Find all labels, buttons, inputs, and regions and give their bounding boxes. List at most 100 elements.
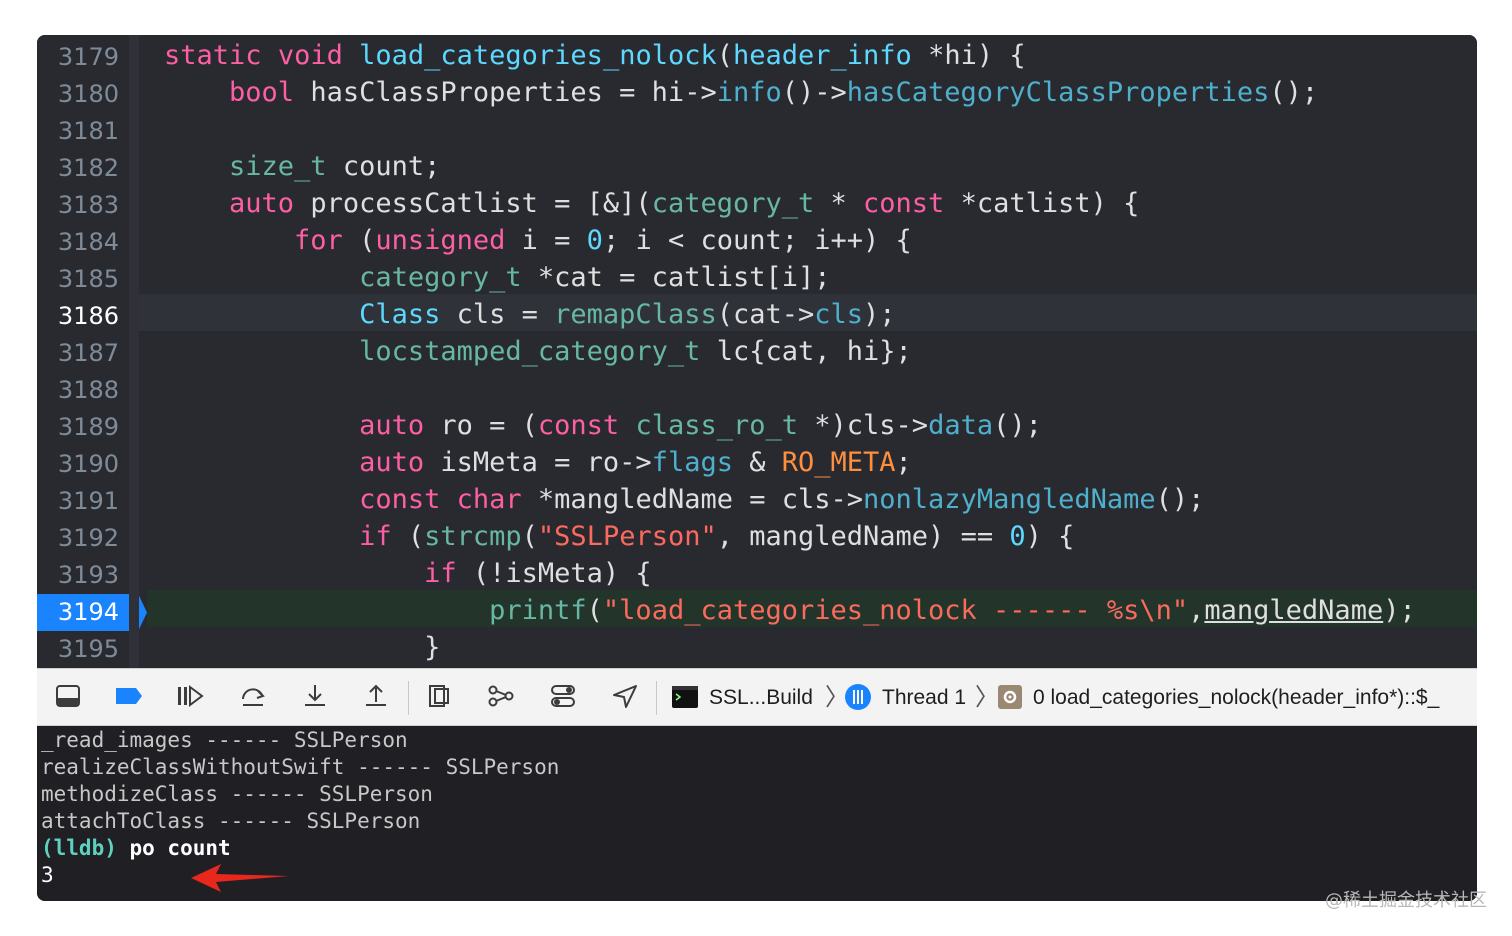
lldb-prompt: (lldb) bbox=[41, 836, 117, 860]
hide-debug-area-icon[interactable] bbox=[53, 683, 83, 713]
token: remapClass bbox=[554, 299, 717, 330]
code-line-3192[interactable]: if (strcmp("SSLPerson", mangledName) == … bbox=[164, 518, 1074, 555]
token: "load_categories_nolock ------ %s\n" bbox=[602, 595, 1189, 626]
code-line-3179[interactable]: static void load_categories_nolock(heade… bbox=[164, 37, 1026, 74]
token: const bbox=[359, 484, 441, 515]
token: hasClassProperties = hi-> bbox=[294, 77, 717, 108]
line-number-current: 3186 bbox=[57, 302, 119, 330]
token: ; i < count; i++) { bbox=[602, 225, 912, 256]
token: data bbox=[928, 410, 994, 441]
step-out-icon[interactable] bbox=[361, 683, 391, 713]
token: (); bbox=[1269, 77, 1319, 108]
token: unsigned bbox=[375, 225, 506, 256]
code-line-3193[interactable]: if (!isMeta) { bbox=[164, 555, 652, 592]
continue-icon[interactable] bbox=[175, 683, 205, 713]
token: if bbox=[359, 521, 392, 552]
step-over-icon[interactable] bbox=[238, 683, 268, 713]
token: static bbox=[164, 40, 262, 71]
simulate-location-icon[interactable] bbox=[610, 683, 640, 713]
token: ; bbox=[895, 447, 912, 478]
token: ( bbox=[521, 521, 538, 552]
token: , mangledName) == bbox=[716, 521, 1010, 552]
watermark: @稀土掘金技术社区 bbox=[1325, 890, 1487, 911]
line-number: 3188 bbox=[57, 376, 119, 404]
debug-console[interactable]: _read_images ------ SSLPerson realizeCla… bbox=[37, 726, 1477, 901]
terminal-icon bbox=[672, 686, 698, 708]
token: Class bbox=[359, 299, 441, 330]
step-into-icon[interactable] bbox=[300, 683, 330, 713]
token: processCatlist = [&]( bbox=[294, 188, 652, 219]
token: *hi) { bbox=[911, 40, 1026, 71]
breakpoints-toggle-icon[interactable] bbox=[114, 683, 144, 713]
console-output-line: methodizeClass ------ SSLPerson bbox=[41, 782, 433, 806]
token: ( bbox=[391, 521, 425, 552]
line-number: 3190 bbox=[57, 450, 119, 478]
token: category_t bbox=[359, 262, 522, 293]
token: ( bbox=[342, 225, 376, 256]
token: category_t bbox=[651, 188, 815, 219]
code-line-3186[interactable]: Class cls = remapClass(cat->cls); bbox=[164, 296, 896, 333]
token: count; bbox=[326, 151, 441, 182]
console-output-line: _read_images ------ SSLPerson bbox=[41, 728, 408, 752]
token: 0 bbox=[1009, 521, 1026, 552]
code-line-3182[interactable]: size_t count; bbox=[164, 148, 440, 185]
line-number: 3185 bbox=[57, 265, 119, 293]
code-line-3189[interactable]: auto ro = (const class_ro_t *)cls->data(… bbox=[164, 407, 1042, 444]
breadcrumb-target[interactable]: SSL...Build bbox=[709, 669, 813, 727]
code-line-3184[interactable]: for (unsigned i = 0; i < count; i++) { bbox=[164, 222, 912, 259]
code-line-3195[interactable]: } bbox=[164, 629, 440, 666]
token: & bbox=[732, 447, 782, 478]
code-folding-ribbon[interactable] bbox=[129, 35, 139, 668]
token: (); bbox=[993, 410, 1042, 441]
line-number: 3192 bbox=[57, 524, 119, 552]
token: ( bbox=[586, 595, 603, 626]
memory-graph-icon[interactable] bbox=[486, 683, 516, 713]
token: hasCategoryClassProperties bbox=[846, 77, 1270, 108]
token: cls bbox=[814, 299, 864, 330]
token: ); bbox=[863, 299, 896, 330]
stack-frame-icon bbox=[998, 685, 1022, 709]
code-line-3180[interactable]: bool hasClassProperties = hi->info()->ha… bbox=[164, 74, 1318, 111]
environment-overrides-icon[interactable] bbox=[548, 683, 578, 713]
code-line-3183[interactable]: auto processCatlist = [&](category_t * c… bbox=[164, 185, 1139, 222]
token: lc{cat, hi}; bbox=[700, 336, 912, 367]
token: char bbox=[456, 484, 522, 515]
breadcrumb-frame[interactable]: 0 load_categories_nolock(header_info*)::… bbox=[1033, 669, 1439, 727]
code-line-3191[interactable]: const char *mangledName = cls->nonlazyMa… bbox=[164, 481, 1204, 518]
code-line-3185[interactable]: category_t *cat = catlist[i]; bbox=[164, 259, 830, 296]
red-arrow-annotation-icon bbox=[191, 864, 289, 892]
breadcrumb-thread[interactable]: Thread 1 bbox=[882, 669, 966, 727]
token: const bbox=[537, 410, 620, 441]
console-command-line[interactable]: (lldb) po count bbox=[41, 835, 231, 862]
token: class_ro_t bbox=[635, 410, 799, 441]
line-number: 3189 bbox=[57, 413, 119, 441]
token: RO_META bbox=[781, 447, 896, 478]
token: *catlist) { bbox=[944, 188, 1140, 219]
token: flags bbox=[651, 447, 733, 478]
source-editor[interactable]: 3179 3180 3181 3182 3183 3184 3185 3186 … bbox=[37, 35, 1477, 668]
token: if bbox=[424, 558, 457, 589]
line-number: 3179 bbox=[57, 43, 119, 71]
lldb-command: po count bbox=[116, 836, 231, 860]
line-number-gutter[interactable]: 3179 3180 3181 3182 3183 3184 3185 3186 … bbox=[37, 35, 147, 668]
code-line-3190[interactable]: auto isMeta = ro->flags & RO_META; bbox=[164, 444, 912, 481]
token: void bbox=[277, 40, 343, 71]
console-result: 3 bbox=[41, 863, 54, 887]
token: nonlazyMangledName bbox=[863, 484, 1156, 515]
code-line-3187[interactable]: locstamped_category_t lc{cat, hi}; bbox=[164, 333, 912, 370]
token: auto bbox=[229, 188, 295, 219]
toolbar-separator bbox=[656, 681, 657, 715]
code-line-3194[interactable]: printf("load_categories_nolock ------ %s… bbox=[164, 592, 1416, 629]
line-number: 3184 bbox=[57, 228, 119, 256]
view-hierarchy-icon[interactable] bbox=[424, 683, 454, 713]
token: } bbox=[424, 632, 441, 663]
